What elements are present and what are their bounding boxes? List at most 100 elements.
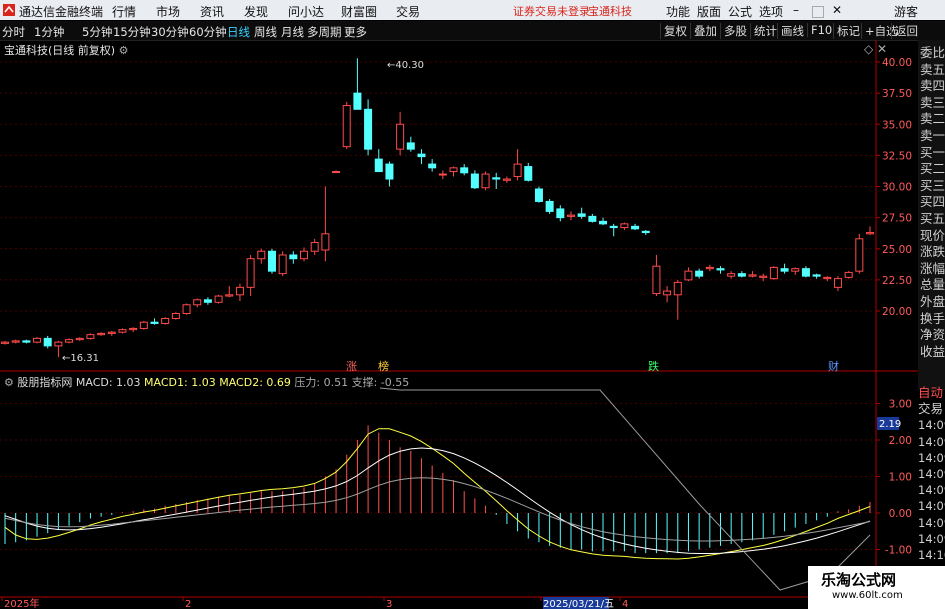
candle-body [524, 166, 533, 181]
candle-body [705, 266, 714, 270]
candle-body [812, 274, 821, 277]
candle-body [267, 250, 276, 272]
candle-body [342, 105, 351, 148]
quote-label: 涨幅 [920, 260, 945, 276]
price-tick-label: 40.00 [882, 57, 912, 69]
quote-label: 卖二 [920, 111, 945, 127]
candle-body [470, 173, 479, 189]
quote-label: 卖三 [920, 94, 945, 110]
candle-body [33, 337, 42, 343]
macd-tick-label: 3.00 [889, 399, 912, 411]
candle-body [780, 268, 789, 272]
candle-body [353, 92, 362, 110]
candle-body [22, 340, 31, 343]
candle-body [769, 266, 778, 280]
price-chart[interactable]: 40.0037.5035.0032.5030.0027.5025.0022.50… [0, 0, 945, 609]
candle-body [257, 250, 266, 260]
candle-body [310, 242, 319, 252]
candle-body [385, 163, 394, 180]
tick-time: 交易 [918, 401, 944, 417]
candle-body [609, 225, 618, 229]
candle-body [620, 223, 629, 229]
candle-body [289, 254, 298, 260]
candle-body [1, 341, 9, 344]
pressure-value: 压力: 0.51 [294, 376, 349, 389]
quote-label: 卖五 [920, 61, 945, 77]
macd1-value: MACD1: 1.03 [144, 376, 216, 389]
candle-body [235, 286, 244, 296]
tick-time: 14:09 [918, 515, 945, 530]
macd-tick-label: 1.00 [889, 472, 912, 484]
candle-body [300, 250, 309, 260]
watermark-url: www.60lt.com [832, 590, 903, 601]
macd-settings-icon[interactable]: ⚙ [4, 376, 14, 389]
candle-body [556, 208, 565, 219]
candle-body [481, 173, 490, 189]
candle-body [801, 268, 810, 277]
event-marker: 涨 [346, 360, 357, 373]
quote-label: 卖一 [920, 127, 945, 143]
candle-body [844, 271, 853, 278]
quote-panel: 委比 卖五 卖四 卖三 卖二 卖一 买一 买二 买三 买四 买五 现价 涨跌 涨幅 总量 外盘 换手 净资 收益 [918, 40, 945, 390]
macd-tick-label: -1.00 [885, 545, 912, 557]
tick-time: 14:09 [918, 450, 945, 465]
candle-body [225, 294, 234, 297]
date-label: 2 [185, 599, 191, 609]
quote-label: 买三 [920, 177, 945, 193]
candle-body [54, 341, 63, 347]
support-value: 支撑: -0.55 [351, 376, 410, 389]
watermark: 乐淘公式网 www.60lt.com [808, 566, 945, 609]
candle-body [86, 334, 95, 339]
candle-body [428, 163, 437, 169]
candle-body [684, 270, 693, 281]
quote-label: 委比 [920, 45, 945, 60]
price-tick-label: 22.50 [882, 275, 912, 287]
candle-body [161, 317, 170, 324]
candle-body [759, 275, 768, 278]
macd-legend: ⚙ 股朋指标网 MACD: 1.03 MACD1: 1.03 MACD2: 0.… [4, 374, 409, 390]
support-line [4, 477, 871, 542]
candle-body [129, 327, 138, 331]
tick-time: 14:09 [918, 467, 945, 482]
candle-body [321, 233, 330, 251]
candle-body [866, 232, 874, 235]
low-price-label: ←16.31 [62, 353, 99, 364]
price-tick-label: 32.50 [882, 150, 912, 162]
macd2-value: MACD2: 0.69 [219, 376, 291, 389]
macd-value: MACD: 1.03 [75, 376, 141, 389]
date-label: 2025年 [4, 597, 39, 609]
tick-time: 自动 [918, 385, 944, 400]
price-tick-label: 37.50 [882, 88, 912, 100]
current-value-label: 2.19 [879, 419, 901, 430]
candle-body [502, 178, 511, 181]
candle-body [193, 299, 202, 306]
price-tick-label: 30.00 [882, 182, 912, 194]
candle-body [460, 167, 469, 174]
candle-body [833, 278, 842, 288]
candle-body [716, 268, 725, 271]
candle-body [364, 108, 373, 150]
candle-body [107, 331, 116, 334]
quote-label: 卖四 [920, 78, 945, 94]
candle-body [118, 329, 127, 333]
quote-label: 涨跌 [920, 244, 945, 260]
candle-body [695, 270, 704, 277]
candle-body [417, 153, 426, 158]
candle-body [673, 281, 682, 296]
quote-label: 收益 [920, 343, 945, 359]
price-tick-label: 27.50 [882, 213, 912, 225]
tick-time: 14:09 [918, 418, 945, 433]
candle-body [374, 158, 383, 173]
quote-label: 买一 [920, 144, 945, 160]
candle-body [855, 238, 864, 272]
trade-ticks-panel: 自动交易14:0914:0914:0914:0914:0914:0914:091… [918, 385, 945, 596]
quote-label: 换手 [920, 310, 945, 326]
candle-body [513, 163, 522, 178]
candle-body [737, 273, 746, 277]
candle-body [75, 337, 84, 341]
tick-time: 14:10 [918, 548, 945, 563]
candle-body [652, 265, 661, 295]
date-label: 2025/03/21/五 [543, 599, 614, 609]
candle-body [663, 290, 672, 296]
candle-body [203, 299, 212, 303]
